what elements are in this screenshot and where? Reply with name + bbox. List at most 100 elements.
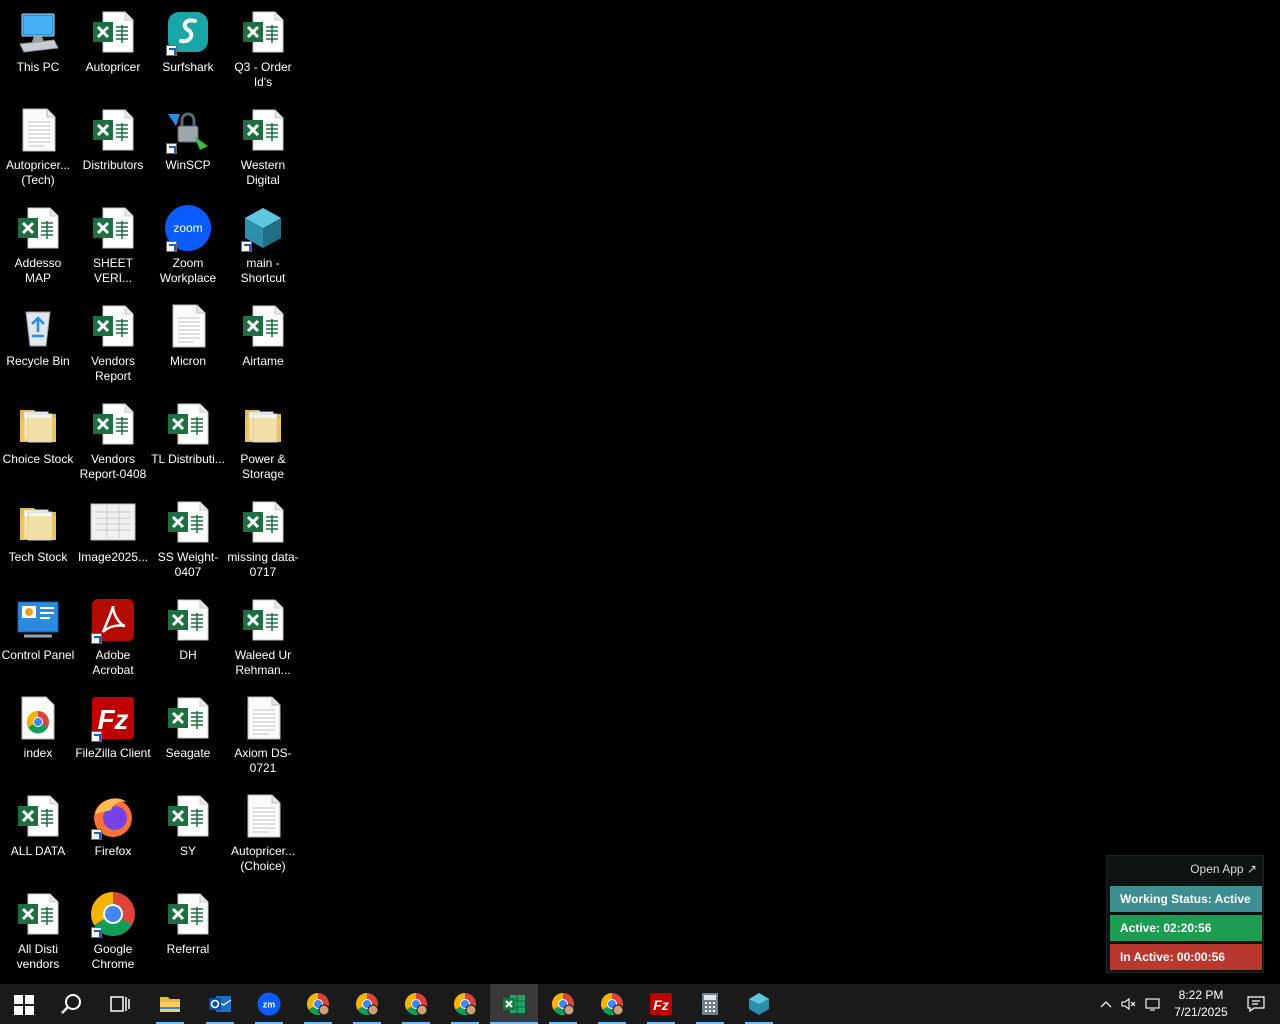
taskbar-zoom-button[interactable]: zm bbox=[245, 984, 293, 1024]
desktop-icon[interactable]: Addesso MAP bbox=[0, 200, 76, 292]
desktop-icon-label: Tech Stock bbox=[8, 550, 68, 564]
taskbar-search-button[interactable] bbox=[47, 984, 95, 1024]
desktop-icon-label: TL Distributi... bbox=[151, 452, 225, 466]
desktop-icon[interactable]: missing data-0717 bbox=[225, 494, 301, 586]
desktop-icon[interactable]: index bbox=[0, 690, 76, 782]
desktop-icon[interactable]: Vendors Report-0408 bbox=[75, 396, 151, 488]
desktop-icon[interactable]: SY bbox=[150, 788, 226, 880]
desktop-icon-label: This PC bbox=[16, 60, 60, 74]
desktop-icon-label: Google Chrome bbox=[91, 942, 135, 971]
shortcut-arrow-icon bbox=[91, 829, 102, 840]
desktop-icon-label: Vendors Report bbox=[90, 354, 136, 383]
desktop-icon[interactable]: zoom Zoom Workplace bbox=[150, 200, 226, 292]
desktop-icon-label: SS Weight-0407 bbox=[157, 550, 219, 579]
excel-icon bbox=[89, 302, 137, 350]
clock[interactable]: 8:22 PM 7/21/2025 bbox=[1166, 987, 1236, 1021]
desktop-icon[interactable]: Tech Stock bbox=[0, 494, 76, 586]
desktop-icon[interactable]: Micron bbox=[150, 298, 226, 390]
desktop-icon-label: SHEET VERI... bbox=[92, 256, 133, 285]
desktop-icon-label: main - Shortcut bbox=[240, 256, 286, 285]
taskbar-chrome-6-button[interactable] bbox=[588, 984, 636, 1024]
desktop-icon-label: All Disti vendors bbox=[16, 942, 60, 971]
desktop-icon[interactable]: Fz FileZilla Client bbox=[75, 690, 151, 782]
desktop-icon[interactable]: Adobe Acrobat bbox=[75, 592, 151, 684]
notification-icon[interactable] bbox=[1246, 995, 1266, 1013]
desktop-icon[interactable]: WinSCP bbox=[150, 102, 226, 194]
excel-icon bbox=[164, 792, 212, 840]
desktop-icon[interactable]: Seagate bbox=[150, 690, 226, 782]
desktop-icon[interactable]: Western Digital bbox=[225, 102, 301, 194]
desktop-icon-label: Surfshark bbox=[162, 60, 214, 74]
desktop-icon[interactable]: Referral bbox=[150, 886, 226, 978]
desktop-icon-label: Firefox bbox=[94, 844, 132, 858]
taskbar-main-app-button[interactable] bbox=[735, 984, 783, 1024]
excel-icon bbox=[14, 890, 62, 938]
excel-icon bbox=[239, 302, 287, 350]
taskbar-outlook-button[interactable] bbox=[196, 984, 244, 1024]
desktop-icon[interactable]: Autopricer... (Tech) bbox=[0, 102, 76, 194]
desktop-icon[interactable]: This PC bbox=[0, 4, 76, 96]
taskbar-start-button[interactable] bbox=[0, 984, 48, 1024]
taskbar-excel-button[interactable] bbox=[490, 984, 538, 1024]
desktop-icon[interactable]: Vendors Report bbox=[75, 298, 151, 390]
desktop-icon-label: missing data-0717 bbox=[227, 550, 299, 579]
recycle-icon bbox=[14, 302, 62, 350]
desktop-icon[interactable]: Autopricer... (Choice) bbox=[225, 788, 301, 880]
desktop-icon[interactable]: Axiom DS-0721 bbox=[225, 690, 301, 782]
taskbar-filezilla-button[interactable]: Fz bbox=[637, 984, 685, 1024]
taskbar-file-explorer-button[interactable] bbox=[146, 984, 194, 1024]
desktop-icon-label: Airtame bbox=[242, 354, 284, 368]
desktop-icon[interactable]: Control Panel bbox=[0, 592, 76, 684]
shortcut-arrow-icon bbox=[241, 241, 252, 252]
desktop-icon[interactable]: SS Weight-0407 bbox=[150, 494, 226, 586]
desktop-icon-label: Distributors bbox=[82, 158, 144, 172]
chevron-up-icon[interactable] bbox=[1098, 996, 1114, 1012]
svg-text:Fz: Fz bbox=[653, 997, 669, 1013]
firefox-icon bbox=[89, 792, 137, 840]
desktop-icon-label: Autopricer... (Tech) bbox=[5, 158, 71, 187]
taskbar-chrome-5-button[interactable] bbox=[539, 984, 587, 1024]
folder-icon bbox=[239, 400, 287, 448]
excel-icon bbox=[239, 8, 287, 56]
desktop-icon-label: Q3 - Order Id's bbox=[234, 60, 292, 89]
desktop-icon[interactable]: TL Distributi... bbox=[150, 396, 226, 488]
desktop-icon-label: Addesso MAP bbox=[14, 256, 62, 285]
chromefile-icon bbox=[14, 694, 62, 742]
taskbar-chrome-4-button[interactable] bbox=[441, 984, 489, 1024]
excel-icon bbox=[14, 204, 62, 252]
desktop-icon[interactable]: DH bbox=[150, 592, 226, 684]
volume-muted-icon[interactable] bbox=[1120, 996, 1136, 1012]
desktop-icon[interactable]: Firefox bbox=[75, 788, 151, 880]
desktop-icon[interactable]: Surfshark bbox=[150, 4, 226, 96]
desktop-icon[interactable]: All Disti vendors bbox=[0, 886, 76, 978]
desktop-icon[interactable]: ALL DATA bbox=[0, 788, 76, 880]
svg-text:Fz: Fz bbox=[97, 704, 128, 735]
desktop-icon[interactable]: Distributors bbox=[75, 102, 151, 194]
taskbar-chrome-3-button[interactable] bbox=[392, 984, 440, 1024]
network-icon[interactable] bbox=[1144, 996, 1162, 1012]
desktop-icon-label: Western Digital bbox=[240, 158, 286, 187]
zoom-icon: zoom bbox=[164, 204, 212, 252]
desktop-icon[interactable]: Q3 - Order Id's bbox=[225, 4, 301, 96]
taskbar-chrome-1-button[interactable] bbox=[294, 984, 342, 1024]
desktop-icon[interactable]: Power & Storage bbox=[225, 396, 301, 488]
desktop-icon-label: Seagate bbox=[165, 746, 211, 760]
desktop-icon[interactable]: Autopricer bbox=[75, 4, 151, 96]
taskbar-task-view-button[interactable] bbox=[96, 984, 144, 1024]
status-widget: Open App ↗ Working Status: Active Active… bbox=[1106, 855, 1264, 973]
taskbar-calculator-button[interactable] bbox=[686, 984, 734, 1024]
desktop-icon[interactable]: main - Shortcut bbox=[225, 200, 301, 292]
excel-icon bbox=[239, 106, 287, 154]
desktop-icon[interactable]: Choice Stock bbox=[0, 396, 76, 488]
desktop-icon[interactable]: Waleed Ur Rehman... bbox=[225, 592, 301, 684]
desktop-icon[interactable]: Google Chrome bbox=[75, 886, 151, 978]
desktop-icon-label: Axiom DS-0721 bbox=[234, 746, 292, 775]
desktop-icon[interactable]: Recycle Bin bbox=[0, 298, 76, 390]
taskbar-chrome-2-button[interactable] bbox=[343, 984, 391, 1024]
open-app-link[interactable]: Open App ↗ bbox=[1190, 862, 1257, 876]
desktop-icon[interactable]: Airtame bbox=[225, 298, 301, 390]
desktop-icon[interactable]: Image2025... bbox=[75, 494, 151, 586]
excel-icon bbox=[89, 8, 137, 56]
pc-icon bbox=[14, 8, 62, 56]
desktop-icon[interactable]: SHEET VERI... bbox=[75, 200, 151, 292]
